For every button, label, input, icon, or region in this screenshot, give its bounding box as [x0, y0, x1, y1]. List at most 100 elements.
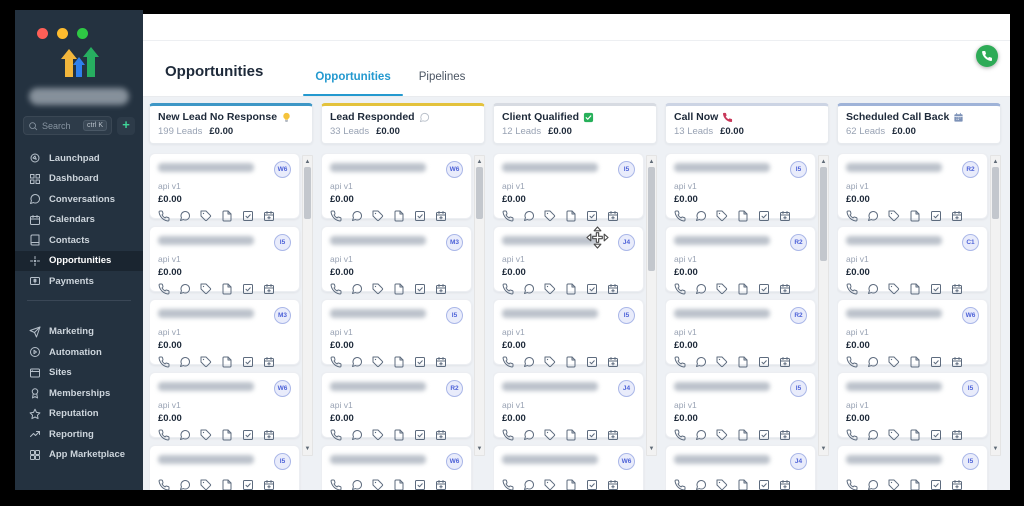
tag-icon[interactable] [544, 479, 556, 490]
tag-icon[interactable] [888, 356, 900, 368]
notes-icon[interactable] [393, 210, 405, 222]
tag-icon[interactable] [716, 479, 728, 490]
call-icon[interactable] [330, 283, 342, 295]
message-icon[interactable] [695, 429, 707, 441]
message-icon[interactable] [351, 210, 363, 222]
close-window-button[interactable] [37, 28, 48, 39]
opportunity-card[interactable]: I5 api v1 £0.00 [837, 372, 988, 438]
tag-icon[interactable] [200, 283, 212, 295]
opportunity-card[interactable]: W6 api v1 £0.00 [837, 299, 988, 365]
notes-icon[interactable] [909, 356, 921, 368]
opportunity-card[interactable]: M3 api v1 £0.00 [321, 226, 472, 292]
message-icon[interactable] [179, 210, 191, 222]
opportunity-card[interactable]: M3 api v1 £0.00 [149, 299, 300, 365]
sidebar-item-memberships[interactable]: Memberships [15, 383, 143, 404]
call-icon[interactable] [846, 210, 858, 222]
opportunity-card-partial[interactable]: W6 [493, 445, 644, 490]
tasks-icon[interactable] [242, 479, 254, 490]
notes-icon[interactable] [221, 210, 233, 222]
tag-icon[interactable] [200, 479, 212, 490]
call-icon[interactable] [158, 479, 170, 490]
appointment-icon[interactable] [435, 429, 447, 441]
call-icon[interactable] [502, 356, 514, 368]
call-fab-button[interactable] [976, 45, 998, 67]
opportunity-card[interactable]: J4 api v1 £0.00 [493, 226, 644, 292]
message-icon[interactable] [867, 479, 879, 490]
tasks-icon[interactable] [586, 479, 598, 490]
tasks-icon[interactable] [242, 429, 254, 441]
call-icon[interactable] [674, 283, 686, 295]
opportunity-card[interactable]: I5 api v1 £0.00 [493, 153, 644, 219]
tag-icon[interactable] [716, 356, 728, 368]
sidebar-item-contacts[interactable]: Contacts [15, 230, 143, 251]
tasks-icon[interactable] [758, 210, 770, 222]
notes-icon[interactable] [565, 479, 577, 490]
tag-icon[interactable] [544, 283, 556, 295]
notes-icon[interactable] [565, 283, 577, 295]
call-icon[interactable] [674, 479, 686, 490]
appointment-icon[interactable] [951, 429, 963, 441]
sidebar-item-automation[interactable]: Automation [15, 342, 143, 363]
appointment-icon[interactable] [435, 356, 447, 368]
scrollbar-thumb[interactable] [820, 167, 827, 261]
appointment-icon[interactable] [951, 356, 963, 368]
notes-icon[interactable] [909, 429, 921, 441]
tasks-icon[interactable] [930, 479, 942, 490]
notes-icon[interactable] [393, 429, 405, 441]
sidebar-item-app-marketplace[interactable]: App Marketplace [15, 445, 143, 466]
appointment-icon[interactable] [779, 210, 791, 222]
call-icon[interactable] [846, 429, 858, 441]
message-icon[interactable] [867, 356, 879, 368]
message-icon[interactable] [179, 356, 191, 368]
opportunity-card[interactable]: R2 api v1 £0.00 [665, 226, 816, 292]
call-icon[interactable] [158, 356, 170, 368]
tag-icon[interactable] [544, 356, 556, 368]
sidebar-item-conversations[interactable]: Conversations [15, 189, 143, 210]
tasks-icon[interactable] [242, 283, 254, 295]
appointment-icon[interactable] [779, 429, 791, 441]
appointment-icon[interactable] [435, 210, 447, 222]
opportunity-card[interactable]: I5 api v1 £0.00 [665, 372, 816, 438]
opportunity-card-partial[interactable]: J4 [665, 445, 816, 490]
tasks-icon[interactable] [930, 283, 942, 295]
column-header[interactable]: Scheduled Call Back 62 Leads£0.00 [837, 103, 1001, 144]
appointment-icon[interactable] [263, 356, 275, 368]
scroll-up-arrow[interactable]: ▲ [475, 157, 484, 167]
message-icon[interactable] [179, 429, 191, 441]
notes-icon[interactable] [737, 429, 749, 441]
opportunity-card[interactable]: I5 api v1 £0.00 [149, 226, 300, 292]
appointment-icon[interactable] [263, 479, 275, 490]
tag-icon[interactable] [716, 210, 728, 222]
tasks-icon[interactable] [586, 210, 598, 222]
opportunity-card[interactable]: C1 api v1 £0.00 [837, 226, 988, 292]
column-header[interactable]: New Lead No Response 199 Leads£0.00 [149, 103, 313, 144]
opportunity-card[interactable]: W6 api v1 £0.00 [321, 153, 472, 219]
tag-icon[interactable] [888, 210, 900, 222]
call-icon[interactable] [158, 429, 170, 441]
sidebar-item-payments[interactable]: Payments [15, 271, 143, 292]
tag-icon[interactable] [200, 210, 212, 222]
opportunity-card[interactable]: R2 api v1 £0.00 [321, 372, 472, 438]
notes-icon[interactable] [737, 356, 749, 368]
message-icon[interactable] [523, 356, 535, 368]
notes-icon[interactable] [221, 356, 233, 368]
message-icon[interactable] [695, 210, 707, 222]
scroll-down-arrow[interactable]: ▼ [303, 444, 312, 454]
tasks-icon[interactable] [242, 356, 254, 368]
tasks-icon[interactable] [586, 356, 598, 368]
notes-icon[interactable] [393, 479, 405, 490]
notes-icon[interactable] [909, 283, 921, 295]
scrollbar-thumb[interactable] [648, 167, 655, 271]
message-icon[interactable] [523, 210, 535, 222]
tasks-icon[interactable] [242, 210, 254, 222]
notes-icon[interactable] [221, 429, 233, 441]
tasks-icon[interactable] [930, 210, 942, 222]
tasks-icon[interactable] [758, 283, 770, 295]
tag-icon[interactable] [888, 283, 900, 295]
column-scrollbar[interactable]: ▲ ▼ [302, 155, 313, 456]
scroll-up-arrow[interactable]: ▲ [647, 157, 656, 167]
sidebar-item-launchpad[interactable]: Launchpad [15, 148, 143, 169]
appointment-icon[interactable] [951, 283, 963, 295]
appointment-icon[interactable] [779, 356, 791, 368]
call-icon[interactable] [846, 283, 858, 295]
